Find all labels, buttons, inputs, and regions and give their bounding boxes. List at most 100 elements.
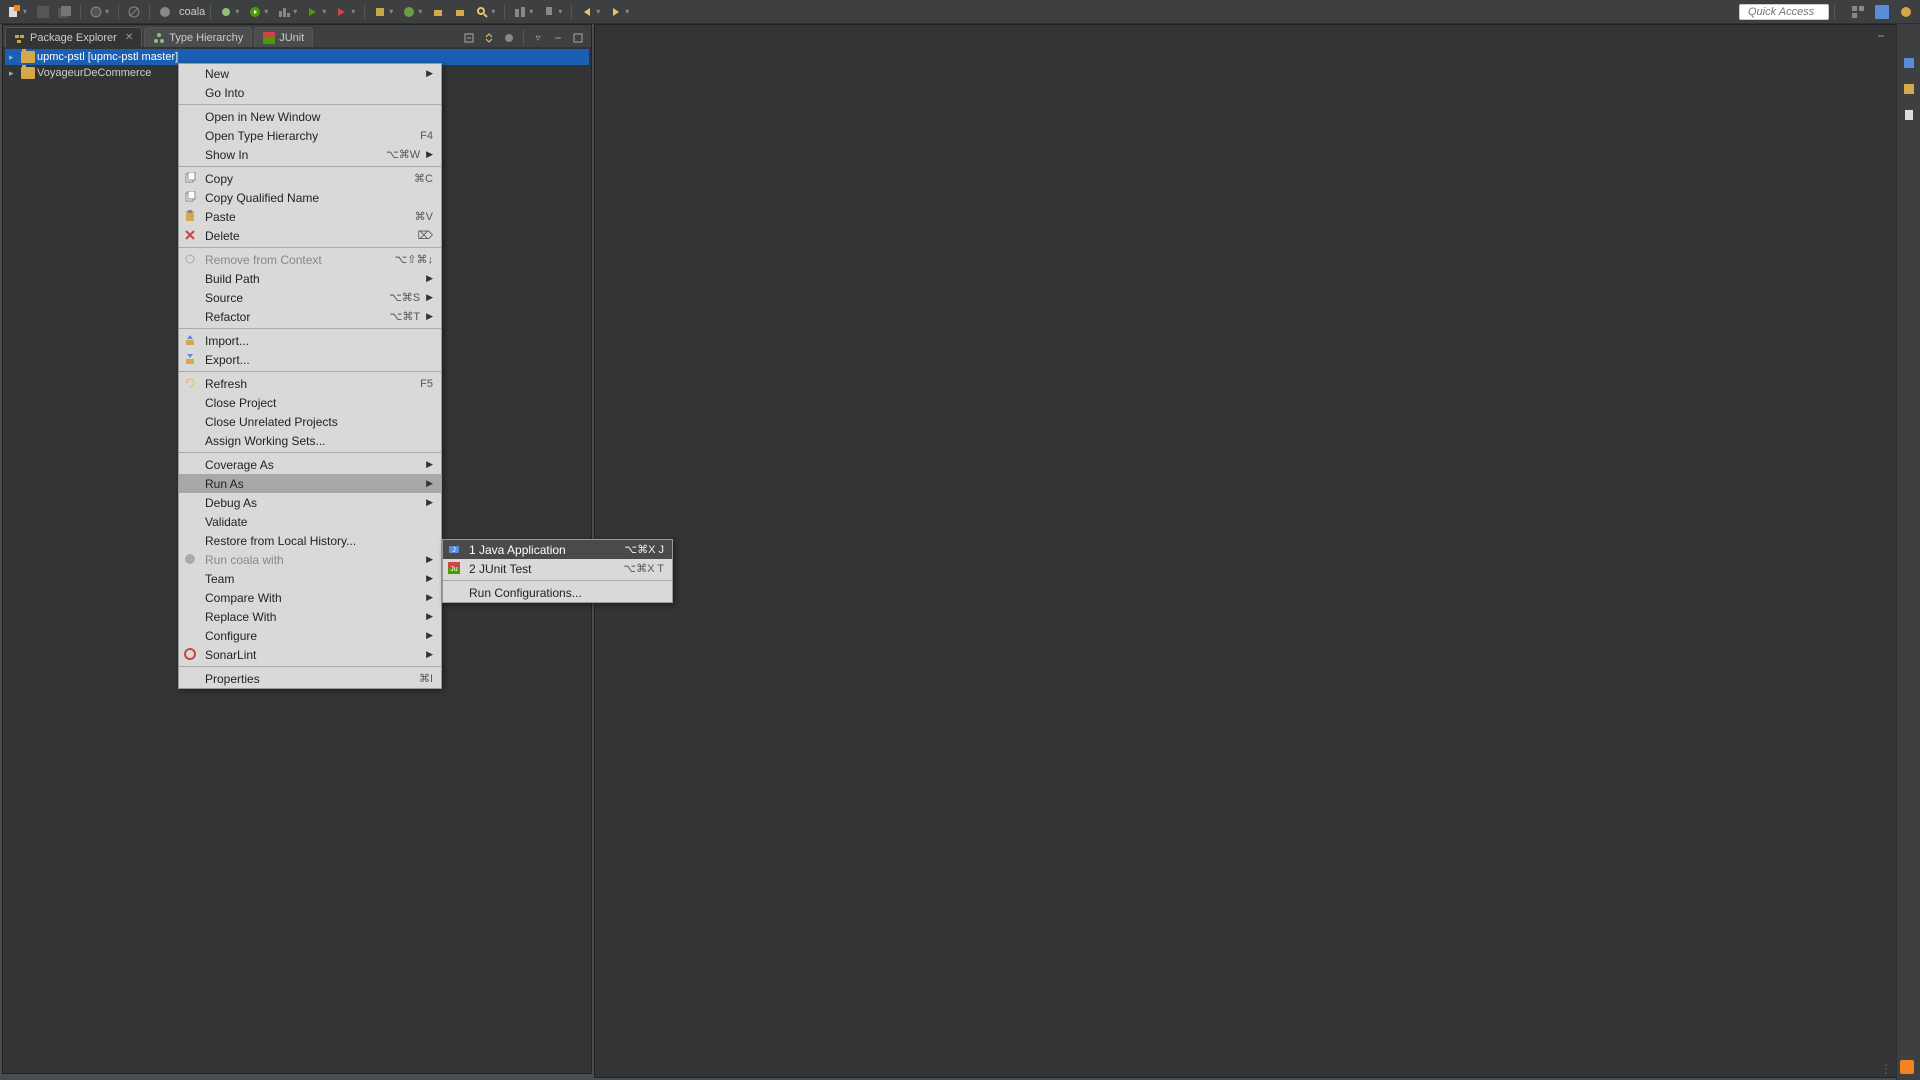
skip-icon[interactable] [124,3,144,21]
new-icon[interactable] [4,3,24,21]
run-last-icon[interactable] [303,3,323,21]
dropdown-icon[interactable]: ▾ [235,7,243,16]
menu-item-close-unrelated-projects[interactable]: Close Unrelated Projects [179,412,441,431]
debug-icon[interactable] [216,3,236,21]
menu-label: 2 JUnit Test [469,562,611,576]
menu-item-configure[interactable]: Configure▶ [179,626,441,645]
menu-item-open-type-hierarchy[interactable]: Open Type HierarchyF4 [179,126,441,145]
menu-item-build-path[interactable]: Build Path▶ [179,269,441,288]
menu-item-copy[interactable]: Copy⌘C [179,169,441,188]
dropdown-icon[interactable]: ▾ [418,7,426,16]
task-list-icon[interactable] [1900,80,1918,98]
menu-item-close-project[interactable]: Close Project [179,393,441,412]
menu-item-show-in[interactable]: Show In⌥⌘W▶ [179,145,441,164]
menu-item-sonarlint[interactable]: SonarLint▶ [179,645,441,664]
minimize-icon[interactable]: − [549,29,567,47]
tab-package-explorer[interactable]: Package Explorer ✕ [5,27,142,47]
maximize-icon[interactable] [569,29,587,47]
menu-label: Restore from Local History... [205,534,433,548]
open-task-icon[interactable] [450,3,470,21]
menu-item-go-into[interactable]: Go Into [179,83,441,102]
menu-item-coverage-as[interactable]: Coverage As▶ [179,455,441,474]
search-icon[interactable] [472,3,492,21]
collapse-all-icon[interactable] [460,29,478,47]
dropdown-icon[interactable]: ▾ [293,7,301,16]
menu-item-new[interactable]: New▶ [179,64,441,83]
menu-separator [179,371,441,372]
coala-label[interactable]: coala [179,6,205,18]
submenu-arrow-icon: ▶ [426,311,433,322]
feed-icon[interactable] [1900,1060,1914,1074]
run-icon[interactable] [245,3,265,21]
dropdown-icon[interactable]: ▾ [105,7,113,16]
menu-item-import[interactable]: Import... [179,331,441,350]
open-type-icon[interactable] [428,3,448,21]
submenu-arrow-icon: ▶ [426,149,433,160]
debug-perspective-icon[interactable] [1896,3,1916,21]
dropdown-icon[interactable]: ▾ [491,7,499,16]
menu-item-properties[interactable]: Properties⌘I [179,669,441,688]
new-class-icon[interactable] [399,3,419,21]
menu-item-team[interactable]: Team▶ [179,569,441,588]
menu-item-assign-working-sets[interactable]: Assign Working Sets... [179,431,441,450]
menu-shortcut: ⌘I [419,672,433,685]
menu-item-open-in-new-window[interactable]: Open in New Window [179,107,441,126]
menu-shortcut: ⌥⌘T [390,310,420,323]
menu-item-restore-from-local-history[interactable]: Restore from Local History... [179,531,441,550]
tab-label: Type Hierarchy [169,32,243,44]
tab-junit[interactable]: JUnit [254,27,313,47]
circle-icon[interactable] [86,3,106,21]
resize-handle-icon[interactable]: ⋮ [1880,1062,1890,1074]
view-menu-icon[interactable]: ▿ [529,29,547,47]
dropdown-icon[interactable]: ▾ [264,7,272,16]
menu-label: Remove from Context [205,253,383,267]
forward-icon[interactable] [606,3,626,21]
menu-item-replace-with[interactable]: Replace With▶ [179,607,441,626]
menu-item-compare-with[interactable]: Compare With▶ [179,588,441,607]
new-pkg-icon[interactable] [370,3,390,21]
menu-item-refresh[interactable]: RefreshF5 [179,374,441,393]
coverage-icon[interactable] [274,3,294,21]
open-perspective-icon[interactable] [1848,3,1868,21]
quick-access-input[interactable] [1739,4,1829,20]
focus-task-icon[interactable] [500,29,518,47]
outline-icon[interactable] [1900,54,1918,72]
menu-item-1-java-application[interactable]: J1 Java Application⌥⌘X J [443,540,672,559]
expander-icon[interactable]: ▸ [9,52,19,63]
dropdown-icon[interactable]: ▾ [625,7,633,16]
save-icon[interactable] [33,3,53,21]
toggle-icon[interactable] [510,3,530,21]
dropdown-icon[interactable]: ▾ [351,7,359,16]
link-editor-icon[interactable] [480,29,498,47]
minimize-icon[interactable]: − [1871,27,1891,45]
dropdown-icon[interactable]: ▾ [529,7,537,16]
menu-item-paste[interactable]: Paste⌘V [179,207,441,226]
menu-item-source[interactable]: Source⌥⌘S▶ [179,288,441,307]
close-icon[interactable]: ✕ [125,32,133,43]
menu-item-2-junit-test[interactable]: Ju2 JUnit Test⌥⌘X T [443,559,672,578]
expander-icon[interactable]: ▸ [9,68,19,79]
tab-type-hierarchy[interactable]: Type Hierarchy [144,27,252,47]
menu-item-refactor[interactable]: Refactor⌥⌘T▶ [179,307,441,326]
doc-icon[interactable] [1900,106,1918,124]
dropdown-icon[interactable]: ▾ [23,7,31,16]
dropdown-icon[interactable]: ▾ [389,7,397,16]
menu-item-export[interactable]: Export... [179,350,441,369]
pin-icon[interactable] [539,3,559,21]
java-perspective-icon[interactable] [1872,3,1892,21]
save-all-icon[interactable] [55,3,75,21]
back-icon[interactable] [577,3,597,21]
menu-item-run-configurations[interactable]: Run Configurations... [443,583,672,602]
editor-area[interactable]: − [594,24,1918,1078]
ext-tools-icon[interactable] [332,3,352,21]
menu-item-copy-qualified-name[interactable]: Copy Qualified Name [179,188,441,207]
dropdown-icon[interactable]: ▾ [596,7,604,16]
coala-icon[interactable] [155,3,175,21]
menu-item-debug-as[interactable]: Debug As▶ [179,493,441,512]
menu-label: Coverage As [205,458,420,472]
menu-item-run-as[interactable]: Run As▶ [179,474,441,493]
menu-item-validate[interactable]: Validate [179,512,441,531]
menu-item-delete[interactable]: Delete⌦ [179,226,441,245]
dropdown-icon[interactable]: ▾ [322,7,330,16]
dropdown-icon[interactable]: ▾ [558,7,566,16]
